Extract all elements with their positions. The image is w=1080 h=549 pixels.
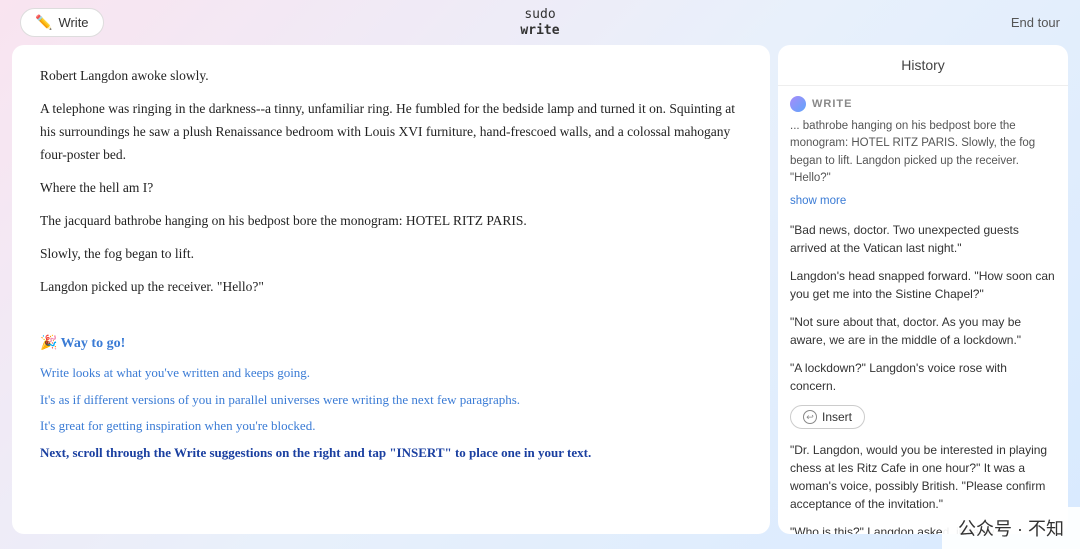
brand-logo: sudo write xyxy=(520,7,559,38)
tutorial-title: 🎉 Way to go! xyxy=(40,333,742,355)
history-item-3: "Not sure about that, doctor. As you may… xyxy=(790,313,1056,349)
write-label: WRITE xyxy=(790,96,1056,112)
tutorial-line1: Write looks at what you've written and k… xyxy=(40,363,742,384)
write-button[interactable]: ✏️ Write xyxy=(20,8,104,37)
write-label-text: WRITE xyxy=(812,98,852,110)
story-p5: Slowly, the fog began to lift. xyxy=(40,243,742,266)
left-panel: Robert Langdon awoke slowly. A telephone… xyxy=(12,45,770,534)
tutorial-line3: It's great for getting inspiration when … xyxy=(40,416,742,437)
history-content[interactable]: WRITE ... bathrobe hanging on his bedpos… xyxy=(778,86,1068,534)
story-p2: A telephone was ringing in the darkness-… xyxy=(40,98,742,167)
pen-icon: ✏️ xyxy=(35,14,52,31)
brand-sudo: sudo xyxy=(520,7,559,23)
main-layout: Robert Langdon awoke slowly. A telephone… xyxy=(0,45,1080,542)
divider xyxy=(40,309,742,333)
story-text: Robert Langdon awoke slowly. A telephone… xyxy=(40,65,742,299)
write-icon-circle xyxy=(790,96,806,112)
topbar: ✏️ Write sudo write End tour xyxy=(0,0,1080,45)
story-p6: Langdon picked up the receiver. "Hello?" xyxy=(40,276,742,299)
history-item-4: "A lockdown?" Langdon's voice rose with … xyxy=(790,359,1056,395)
story-p3: Where the hell am I? xyxy=(40,177,742,200)
show-more-link[interactable]: show more xyxy=(790,195,846,207)
history-item-1: "Bad news, doctor. Two unexpected guests… xyxy=(790,221,1056,257)
tutorial-line2: It's as if different versions of you in … xyxy=(40,390,742,411)
insert-button-1[interactable]: ↩ Insert xyxy=(790,405,865,429)
history-item-2: Langdon's head snapped forward. "How soo… xyxy=(790,267,1056,303)
story-p4: The jacquard bathrobe hanging on his bed… xyxy=(40,210,742,233)
history-item-5: "Dr. Langdon, would you be interested in… xyxy=(790,441,1056,513)
insert-label-1: Insert xyxy=(822,410,852,424)
insert-icon-1: ↩ xyxy=(803,410,817,424)
brand-write: write xyxy=(520,23,559,39)
tutorial-line4: Next, scroll through the Write suggestio… xyxy=(40,443,742,464)
end-tour-button[interactable]: End tour xyxy=(1011,15,1060,30)
history-item-6: "Who is this?" Langdon asked, irritably. xyxy=(790,523,1056,534)
write-section: WRITE ... bathrobe hanging on his bedpos… xyxy=(790,96,1056,209)
story-p1: Robert Langdon awoke slowly. xyxy=(40,65,742,88)
write-excerpt: ... bathrobe hanging on his bedpost bore… xyxy=(790,118,1056,187)
history-header: History xyxy=(778,45,1068,86)
write-button-label: Write xyxy=(58,15,88,30)
tutorial-section: 🎉 Way to go! Write looks at what you've … xyxy=(40,333,742,465)
right-panel: History WRITE ... bathrobe hanging on hi… xyxy=(778,45,1068,534)
